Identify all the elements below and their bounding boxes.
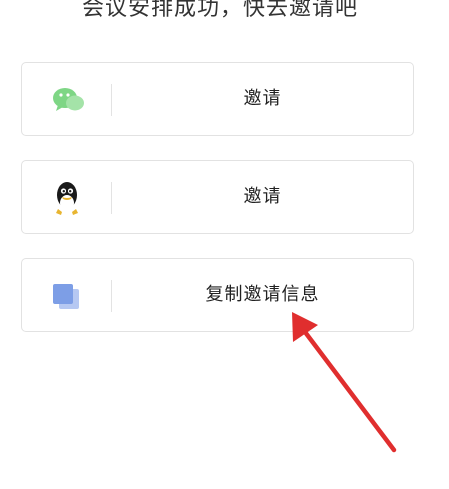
- wechat-invite-label: 邀请: [243, 88, 282, 109]
- copy-invite-info-button[interactable]: 复制邀请信息: [21, 258, 414, 332]
- wechat-icon: [53, 88, 84, 111]
- qq-invite-label: 邀请: [243, 186, 282, 207]
- copy-icon: [53, 284, 79, 309]
- page-title: 会议安排成功，快去邀请吧: [81, 0, 358, 21]
- copy-invite-info-label: 复制邀请信息: [205, 284, 320, 305]
- qq-icon: [56, 182, 78, 215]
- qq-invite-button[interactable]: 邀请: [21, 160, 414, 234]
- wechat-invite-button[interactable]: 邀请: [21, 62, 414, 136]
